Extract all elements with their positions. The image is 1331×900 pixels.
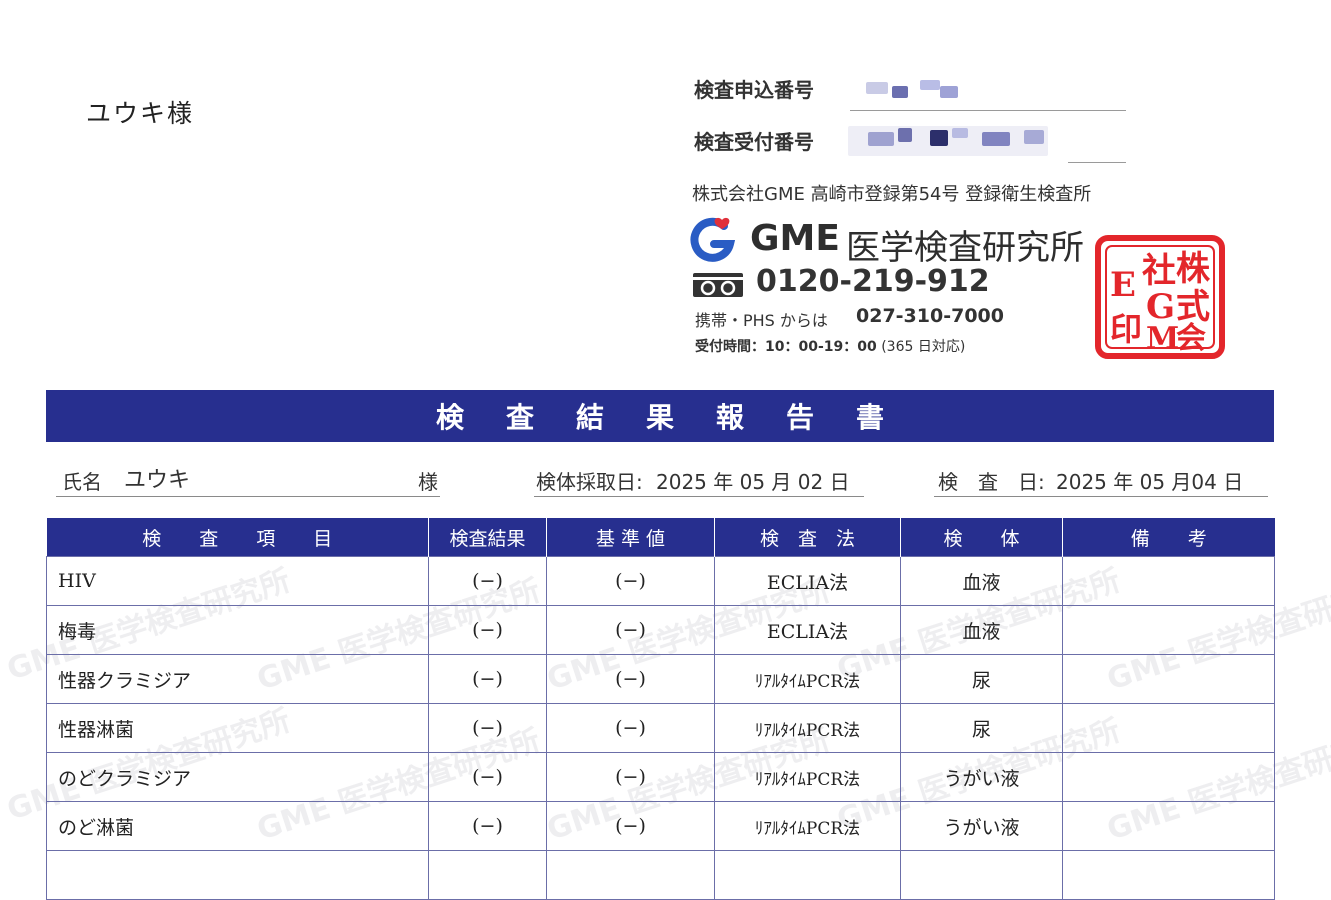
results-table: 検 査 項 目 検査結果 基 準 値 検 査 法 検 体 備 考 HIV (−)… [46,518,1275,900]
table-row: 性器クラミジア (−) (−) ﾘｱﾙﾀｲﾑPCR法 尿 [46,654,1275,704]
company-registration: 株式会社GME 高崎市登録第54号 登録衛生検査所 [692,184,1092,205]
cell-reference [546,850,715,900]
cell-result: (−) [428,605,547,655]
reception-number-line [1068,162,1126,163]
reception-number-label: 検査受付番号 [694,130,814,154]
cell-item: のどクラミジア [46,752,429,802]
cell-method: ECLIA法 [714,556,901,606]
mobile-number: 027-310-7000 [856,305,1004,327]
header-specimen: 検 体 [900,518,1063,557]
test-date-value: 2025 年 05 月04 日 [1056,470,1244,494]
svg-text:E: E [1110,265,1136,305]
company-seal-icon: 株 式 会 社 G M E 印 [1094,234,1226,364]
cell-specimen: うがい液 [900,752,1063,802]
cell-result: (−) [428,654,547,704]
test-date-label: 検 査 日: [938,470,1045,494]
cell-reference: (−) [546,654,715,704]
cell-method: ﾘｱﾙﾀｲﾑPCR法 [714,654,901,704]
header-note: 備 考 [1062,518,1275,557]
sample-date-value: 2025 年 05 月 02 日 [656,470,850,494]
patient-name-field: 氏名 ユウキ 様 [56,462,440,497]
cell-result: (−) [428,801,547,851]
svg-text:印: 印 [1110,310,1142,348]
table-row: のど淋菌 (−) (−) ﾘｱﾙﾀｲﾑPCR法 うがい液 [46,801,1275,851]
hours-time: 10：00-19：00 [765,339,877,355]
addressee: ユウキ様 [86,99,195,128]
header-test-item: 検 査 項 目 [46,518,429,557]
gme-logo-icon [688,216,742,266]
cell-method [714,850,901,900]
hours-label: 受付時間： [695,339,765,355]
table-row: 性器淋菌 (−) (−) ﾘｱﾙﾀｲﾑPCR法 尿 [46,703,1275,753]
cell-result: (−) [428,752,547,802]
table-row: HIV (−) (−) ECLIA法 血液 [46,556,1275,606]
svg-text:社: 社 [1142,251,1176,291]
lab-name-en: GME [750,218,840,259]
cell-result: (−) [428,703,547,753]
patient-name-label: 氏名 [62,470,102,494]
cell-reference: (−) [546,605,715,655]
cell-method: ﾘｱﾙﾀｲﾑPCR法 [714,752,901,802]
test-date-field: 検 査 日: 2025 年 05 月04 日 [934,462,1268,497]
hours-note: (365 日対応) [881,339,966,355]
table-row: 梅毒 (−) (−) ECLIA法 血液 [46,605,1275,655]
cell-note [1062,752,1275,802]
sample-date-field: 検体採取日: 2025 年 05 月 02 日 [534,462,864,497]
sample-date-label: 検体採取日: [536,470,643,494]
cell-note [1062,801,1275,851]
table-row: のどクラミジア (−) (−) ﾘｱﾙﾀｲﾑPCR法 うがい液 [46,752,1275,802]
mobile-label: 携帯・PHS からは [695,311,828,330]
freedial-number: 0120-219-912 [756,264,990,299]
patient-name: ユウキ [124,468,191,493]
cell-result: (−) [428,556,547,606]
cell-note [1062,556,1275,606]
header-reference: 基 準 値 [546,518,715,557]
cell-item: 性器クラミジア [46,654,429,704]
report-title-bar: 検査結果報告書 [46,390,1274,442]
reception-hours: 受付時間：10：00-19：00 (365 日対応) [695,336,965,356]
cell-result [428,850,547,900]
cell-item [46,850,429,900]
cell-specimen [900,850,1063,900]
cell-note [1062,654,1275,704]
cell-item: HIV [46,556,429,606]
cell-specimen: 血液 [900,556,1063,606]
svg-text:会: 会 [1176,321,1206,356]
svg-text:株: 株 [1176,249,1211,289]
cell-item: 梅毒 [46,605,429,655]
report-title: 検査結果報告書 [435,401,926,434]
cell-specimen: 尿 [900,703,1063,753]
application-number-label: 検査申込番号 [694,78,814,102]
cell-note [1062,703,1275,753]
cell-reference: (−) [546,752,715,802]
cell-specimen: うがい液 [900,801,1063,851]
cell-reference: (−) [546,703,715,753]
cell-reference: (−) [546,556,715,606]
svg-text:M: M [1146,321,1179,356]
cell-method: ﾘｱﾙﾀｲﾑPCR法 [714,703,901,753]
cell-specimen: 尿 [900,654,1063,704]
cell-method: ﾘｱﾙﾀｲﾑPCR法 [714,801,901,851]
cell-note [1062,605,1275,655]
lab-name-ja: 医学検査研究所 [846,228,1084,268]
patient-honorific: 様 [418,470,438,494]
cell-method: ECLIA法 [714,605,901,655]
header-result: 検査結果 [428,518,547,557]
table-header-row: 検 査 項 目 検査結果 基 準 値 検 査 法 検 体 備 考 [46,518,1275,557]
table-row [46,850,1275,900]
cell-note [1062,850,1275,900]
cell-reference: (−) [546,801,715,851]
cell-item: のど淋菌 [46,801,429,851]
freedial-icon [692,272,744,302]
header-method: 検 査 法 [714,518,901,557]
cell-specimen: 血液 [900,605,1063,655]
reception-number-redacted [848,122,1068,162]
cell-item: 性器淋菌 [46,703,429,753]
application-number-line [850,110,1126,111]
application-number-redacted [848,74,968,104]
